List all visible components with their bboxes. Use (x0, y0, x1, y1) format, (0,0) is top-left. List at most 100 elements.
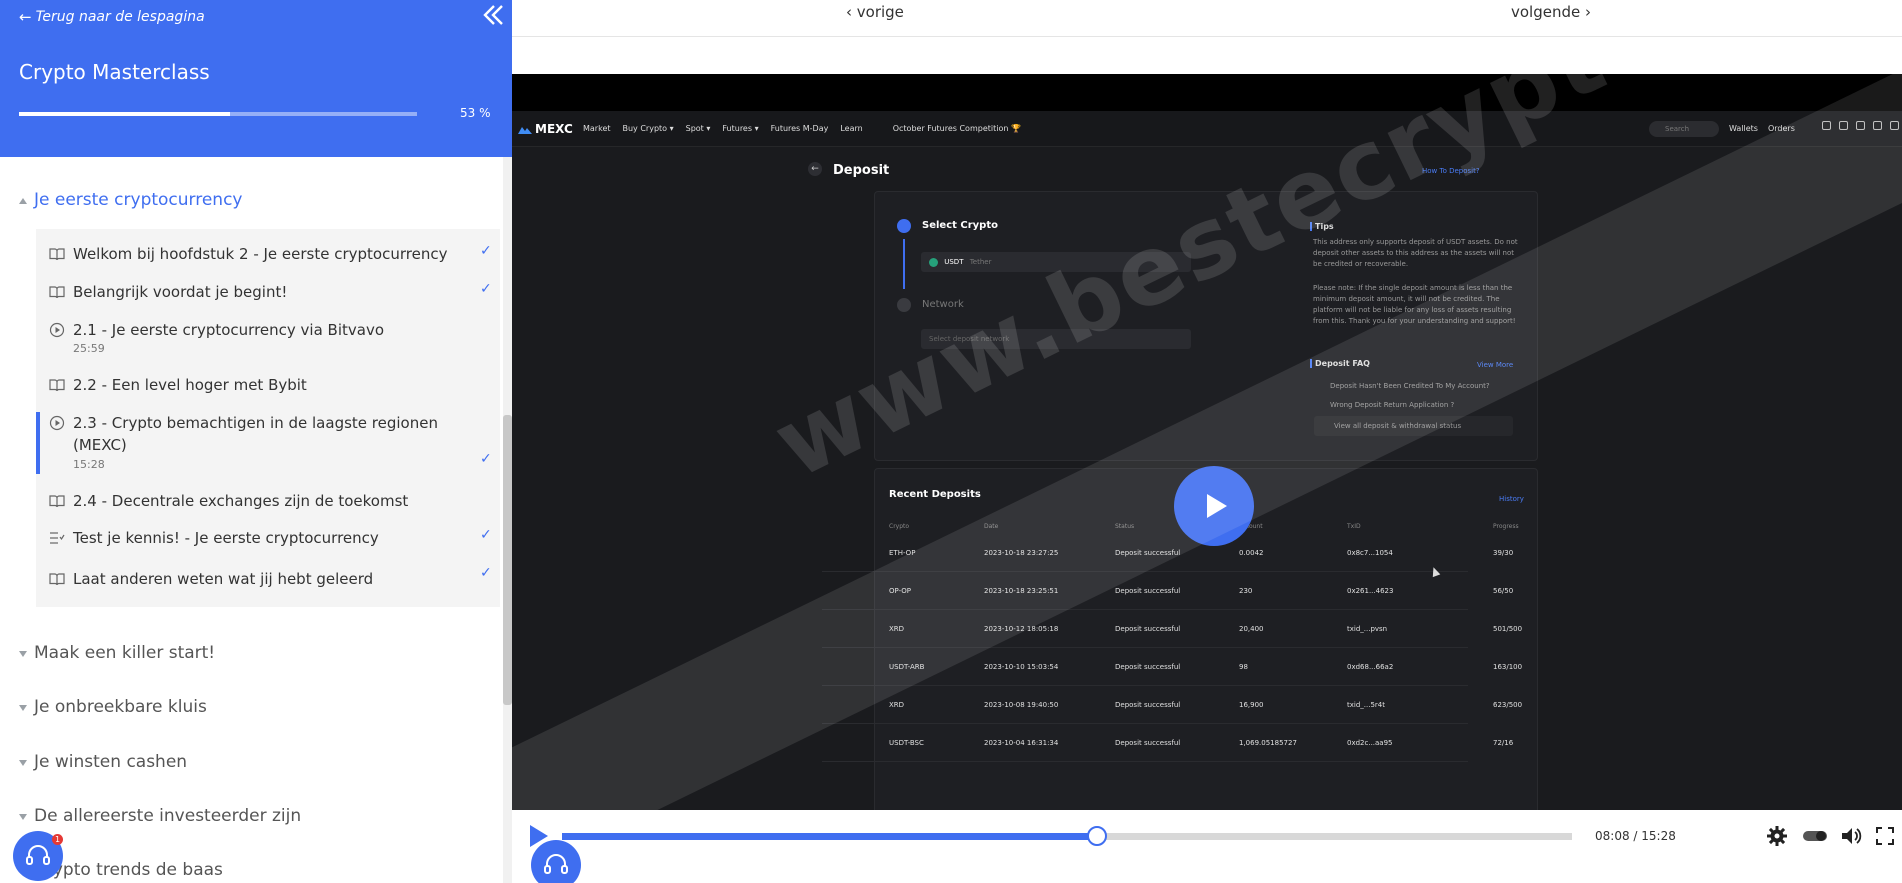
check-icon: ✓ (480, 281, 492, 297)
table-row-divider (822, 723, 1468, 724)
book-icon (49, 573, 65, 586)
chevron-up-icon (19, 198, 27, 204)
mexc-menu-item: Futures M-Day (770, 124, 829, 133)
step-done-icon (897, 219, 911, 233)
lesson-duration: 25:59 (73, 342, 105, 355)
lesson-label: 2.1 - Je eerste cryptocurrency via Bitva… (73, 321, 385, 339)
coin-symbol: USDT (944, 258, 964, 266)
seek-handle[interactable] (1087, 826, 1108, 846)
deposit-back-icon: ← (808, 162, 822, 176)
double-chevron-left-icon (483, 5, 503, 25)
table-cell: txid_...5r4t (1347, 701, 1385, 709)
course-title: Crypto Masterclass (19, 60, 210, 84)
book-icon (49, 495, 65, 508)
next-lesson-link[interactable]: volgende › (1511, 3, 1591, 21)
chevron-down-icon (19, 651, 27, 657)
lesson-item[interactable]: Test je kennis! - Je eerste cryptocurren… (36, 527, 500, 549)
chapter-de-allereerste-investeerder[interactable]: De allereerste investeerder zijn (0, 806, 500, 828)
captions-toggle-icon[interactable] (1802, 825, 1828, 847)
chevron-down-icon (19, 705, 27, 711)
course-progress-fill (19, 112, 230, 116)
chapter-label: Maak een killer start! (34, 643, 216, 663)
column-header: Crypto (889, 523, 910, 530)
previous-lesson-link[interactable]: ‹ vorige (846, 3, 904, 21)
deposit-title: Deposit (833, 163, 890, 178)
table-cell: 0xd68...66a2 (1347, 663, 1394, 671)
video-controls: 08:08 / 15:28 (512, 810, 1902, 883)
table-row-divider (822, 685, 1468, 686)
video-player[interactable]: MEXC Market Buy Crypto ▾ Spot ▾ Futures … (512, 74, 1902, 883)
quiz-icon (50, 532, 65, 544)
mexc-mountain-icon (518, 126, 532, 134)
lesson-item-current[interactable]: 2.3 - Crypto bemachtigen in de laagste r… (36, 412, 500, 474)
lesson-item[interactable]: 2.2 - Een level hoger met Bybit (36, 374, 500, 396)
mexc-search-field: Search (1649, 121, 1719, 137)
support-chat-button-video[interactable] (531, 840, 581, 883)
course-progress-percent: 53 % (460, 106, 491, 120)
chapter-je-eerste-cryptocurrency[interactable]: Je eerste cryptocurrency (0, 190, 500, 212)
tips-text-1: This address only supports deposit of US… (1313, 238, 1518, 268)
table-cell: 2023-10-10 15:03:54 (984, 663, 1059, 671)
mexc-menu-item: Wallets (1729, 124, 1758, 133)
chapter-label: Je eerste cryptocurrency (34, 190, 243, 210)
mexc-menu-item: October Futures Competition 🏆 (892, 124, 1021, 133)
seek-bar-played (562, 833, 1098, 840)
check-icon: ✓ (480, 451, 492, 467)
table-cell: Deposit successful (1115, 625, 1181, 633)
lesson-item[interactable]: Laat anderen weten wat jij hebt geleerd … (36, 565, 500, 590)
chevron-down-icon (19, 760, 27, 766)
table-cell: 16,900 (1239, 701, 1264, 709)
coin-name: Tether (969, 258, 992, 266)
sidebar-scrollbar-thumb[interactable] (503, 415, 512, 705)
course-progress-bar (19, 112, 417, 116)
step-select-crypto: Select Crypto (922, 220, 998, 231)
chapter-je-winsten-cashen[interactable]: Je winsten cashen (0, 752, 500, 774)
chapter-crypto-trends[interactable]: Crypto trends de baas (0, 860, 500, 882)
app-root: ← Terug naar de lespagina Crypto Masterc… (0, 0, 1902, 883)
table-cell: 230 (1239, 587, 1253, 595)
arrow-left-icon: ← (19, 8, 32, 26)
column-header: TxID (1347, 523, 1361, 530)
chapter-label: Je onbreekbare kluis (34, 697, 207, 717)
chevron-down-icon (19, 814, 27, 820)
lesson-item[interactable]: 2.4 - Decentrale exchanges zijn de toeko… (36, 490, 500, 512)
fullscreen-icon[interactable] (1874, 825, 1896, 847)
check-icon: ✓ (480, 565, 492, 581)
table-cell: 56/50 (1493, 587, 1514, 595)
mexc-menu-item: Market (583, 124, 611, 133)
headset-icon (26, 845, 50, 865)
mexc-menu-item: Futures ▾ (722, 124, 759, 133)
gear-icon[interactable] (1766, 825, 1788, 847)
table-cell: 39/30 (1493, 549, 1514, 557)
lesson-item[interactable]: Belangrijk voordat je begint! ✓ (36, 281, 500, 303)
table-cell: 72/16 (1493, 739, 1514, 747)
table-cell: 0xd2c...aa95 (1347, 739, 1393, 747)
lesson-label: Belangrijk voordat je begint! (73, 283, 288, 301)
collapse-sidebar-button[interactable] (480, 2, 506, 28)
step-pending-icon (897, 298, 911, 312)
back-to-lesson-link[interactable]: ← Terug naar de lespagina (19, 8, 205, 26)
mexc-logo: MEXC (518, 122, 573, 136)
seek-bar[interactable] (562, 833, 1572, 840)
chapter-maak-een-killer-start[interactable]: Maak een killer start! (0, 643, 500, 665)
table-cell: 2023-10-04 16:31:34 (984, 739, 1059, 747)
table-cell: 1,069.05185727 (1239, 739, 1297, 747)
headset-icon (544, 854, 568, 874)
table-cell: USDT-BSC (889, 739, 924, 747)
table-cell: XRD (889, 701, 905, 709)
chapter-je-onbreekbare-kluis[interactable]: Je onbreekbare kluis (0, 697, 500, 719)
history-link: History (1499, 495, 1524, 503)
column-header: Progress (1493, 523, 1519, 530)
lesson-item[interactable]: Welkom bij hoofdstuk 2 - Je eerste crypt… (36, 243, 500, 265)
book-icon (49, 248, 65, 261)
table-cell: txid_...pvsn (1347, 625, 1388, 633)
table-cell: 2023-10-08 19:40:50 (984, 701, 1059, 709)
notification-badge: 1 (52, 834, 63, 845)
volume-icon[interactable] (1840, 825, 1862, 847)
check-icon: ✓ (480, 527, 492, 543)
table-cell: 0x8c7...1054 (1347, 549, 1393, 557)
lesson-item[interactable]: 2.1 - Je eerste cryptocurrency via Bitva… (36, 319, 500, 359)
chapter-label: Crypto trends de baas (34, 860, 223, 880)
table-cell: 501/500 (1493, 625, 1523, 633)
mexc-logo-text: MEXC (535, 122, 573, 136)
